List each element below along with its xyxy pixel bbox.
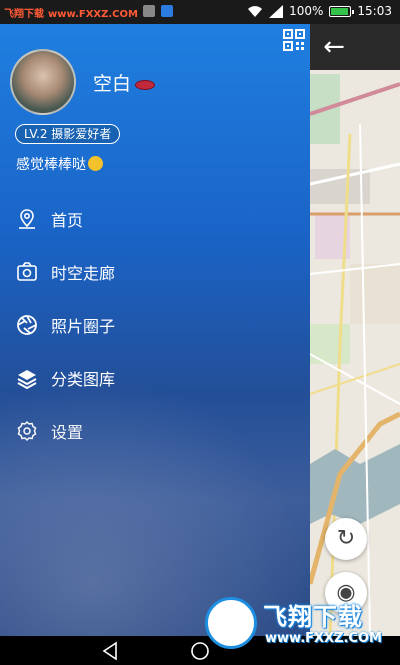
cellular-signal-icon <box>269 4 284 18</box>
aperture-icon <box>17 314 37 335</box>
gear-icon <box>17 420 37 441</box>
watermark-title: 飞翔下载 <box>263 603 363 631</box>
menu-label: 设置 <box>51 422 84 442</box>
menu-label: 时空走廊 <box>51 263 116 283</box>
wifi-icon <box>248 5 263 17</box>
avatar[interactable] <box>10 49 76 115</box>
location-pin-icon <box>19 208 35 229</box>
notification-icons <box>143 5 179 20</box>
clock: 15:03 <box>357 4 392 18</box>
refresh-button[interactable]: ↻ <box>325 518 367 560</box>
menu-item-photo-circle[interactable]: 照片圈子 <box>0 298 310 351</box>
menu-label: 照片圈子 <box>51 316 116 336</box>
watermark: 飞翔下载 www.FXXZ.COM <box>205 595 395 657</box>
grin-emoji-icon <box>88 156 103 171</box>
layers-icon <box>17 369 37 389</box>
site-name: 飞翔下载 <box>4 9 44 20</box>
watermark-logo-icon <box>205 597 257 649</box>
menu-item-settings[interactable]: 设置 <box>0 404 310 457</box>
camera-icon <box>17 261 37 281</box>
menu-item-home[interactable]: 首页 <box>0 192 310 245</box>
lips-emoji-icon <box>135 79 156 90</box>
menu-label: 首页 <box>51 210 84 230</box>
app-notification-icon <box>143 5 155 17</box>
back-arrow-icon[interactable]: ← <box>320 33 348 61</box>
status-text: 感觉棒棒哒 <box>16 157 86 173</box>
battery-icon <box>329 5 355 17</box>
drawer-menu: 首页 时空走廊 照片圈子 分类图库 设置 <box>0 192 310 457</box>
status-line: 感觉棒棒哒 <box>16 154 103 174</box>
level-badge: LV.2 摄影爱好者 <box>15 124 121 144</box>
site-url: www.FXXZ.COM <box>48 9 138 20</box>
navigation-drawer: 空白 LV.2 摄影爱好者 感觉棒棒哒 首页 时空走廊 照片圈子 分类图库 设置 <box>0 24 310 636</box>
qr-code-icon[interactable] <box>283 29 305 51</box>
back-triangle-icon[interactable] <box>100 640 122 662</box>
username: 空白 <box>93 73 132 95</box>
system-status: 100% 15:03 <box>247 4 392 18</box>
menu-item-category-gallery[interactable]: 分类图库 <box>0 351 310 404</box>
refresh-icon: ↻ <box>336 526 356 551</box>
watermark-url: www.FXXZ.COM <box>265 631 382 646</box>
app-notification-icon <box>161 5 173 17</box>
menu-item-time-corridor[interactable]: 时空走廊 <box>0 245 310 298</box>
battery-percent: 100% <box>289 4 324 18</box>
menu-label: 分类图库 <box>51 369 116 389</box>
notification-source: 飞翔下载 www.FXXZ.COM <box>4 5 138 20</box>
username-row[interactable]: 空白 <box>93 69 156 96</box>
status-bar: 飞翔下载 www.FXXZ.COM 100% 15:03 <box>0 0 400 24</box>
